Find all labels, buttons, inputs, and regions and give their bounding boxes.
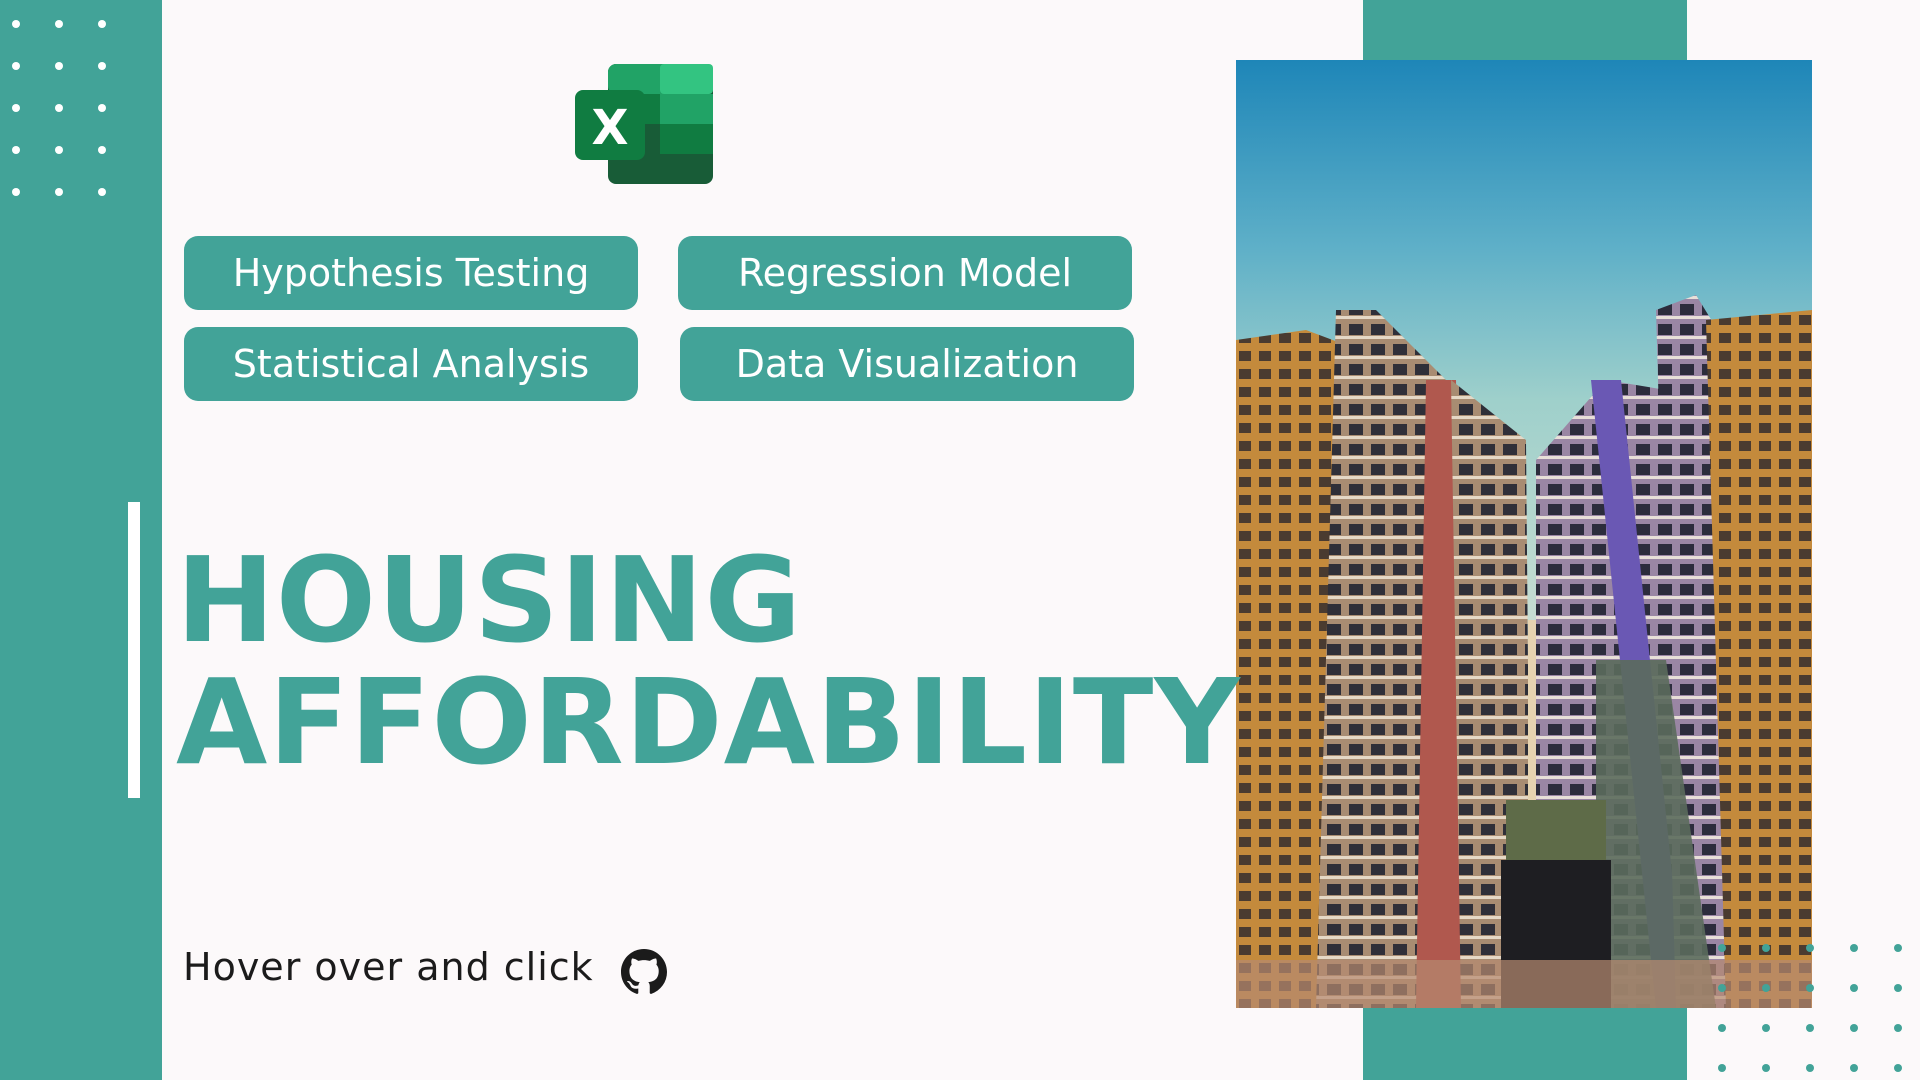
- github-icon[interactable]: [621, 949, 667, 995]
- decorative-block-top: [1363, 0, 1687, 62]
- tag-label: Statistical Analysis: [232, 342, 590, 386]
- page-title-line-2: AFFORDABILITY: [176, 653, 1241, 791]
- page-title-line-1: HOUSING: [176, 531, 803, 669]
- svg-text:X: X: [591, 100, 628, 156]
- tag-statistical-analysis[interactable]: Statistical Analysis: [184, 327, 638, 401]
- tag-label: Hypothesis Testing: [232, 251, 590, 295]
- building-photo: [1236, 60, 1812, 1008]
- tag-hypothesis-testing[interactable]: Hypothesis Testing: [184, 236, 638, 310]
- title-accent-bar: [128, 502, 140, 798]
- tag-label: Regression Model: [737, 251, 1073, 295]
- call-to-action-text: Hover over and click: [183, 945, 594, 989]
- high-rise-buildings-image: [1236, 295, 1812, 1008]
- tag-data-visualization[interactable]: Data Visualization: [680, 327, 1134, 401]
- tag-label: Data Visualization: [735, 342, 1079, 386]
- decorative-dots-top-left: [12, 20, 106, 196]
- excel-logo-icon: X: [575, 64, 713, 184]
- decorative-block-bottom: [1363, 1008, 1687, 1080]
- tag-regression-model[interactable]: Regression Model: [678, 236, 1132, 310]
- decorative-dots-bottom-right: [1718, 944, 1902, 1072]
